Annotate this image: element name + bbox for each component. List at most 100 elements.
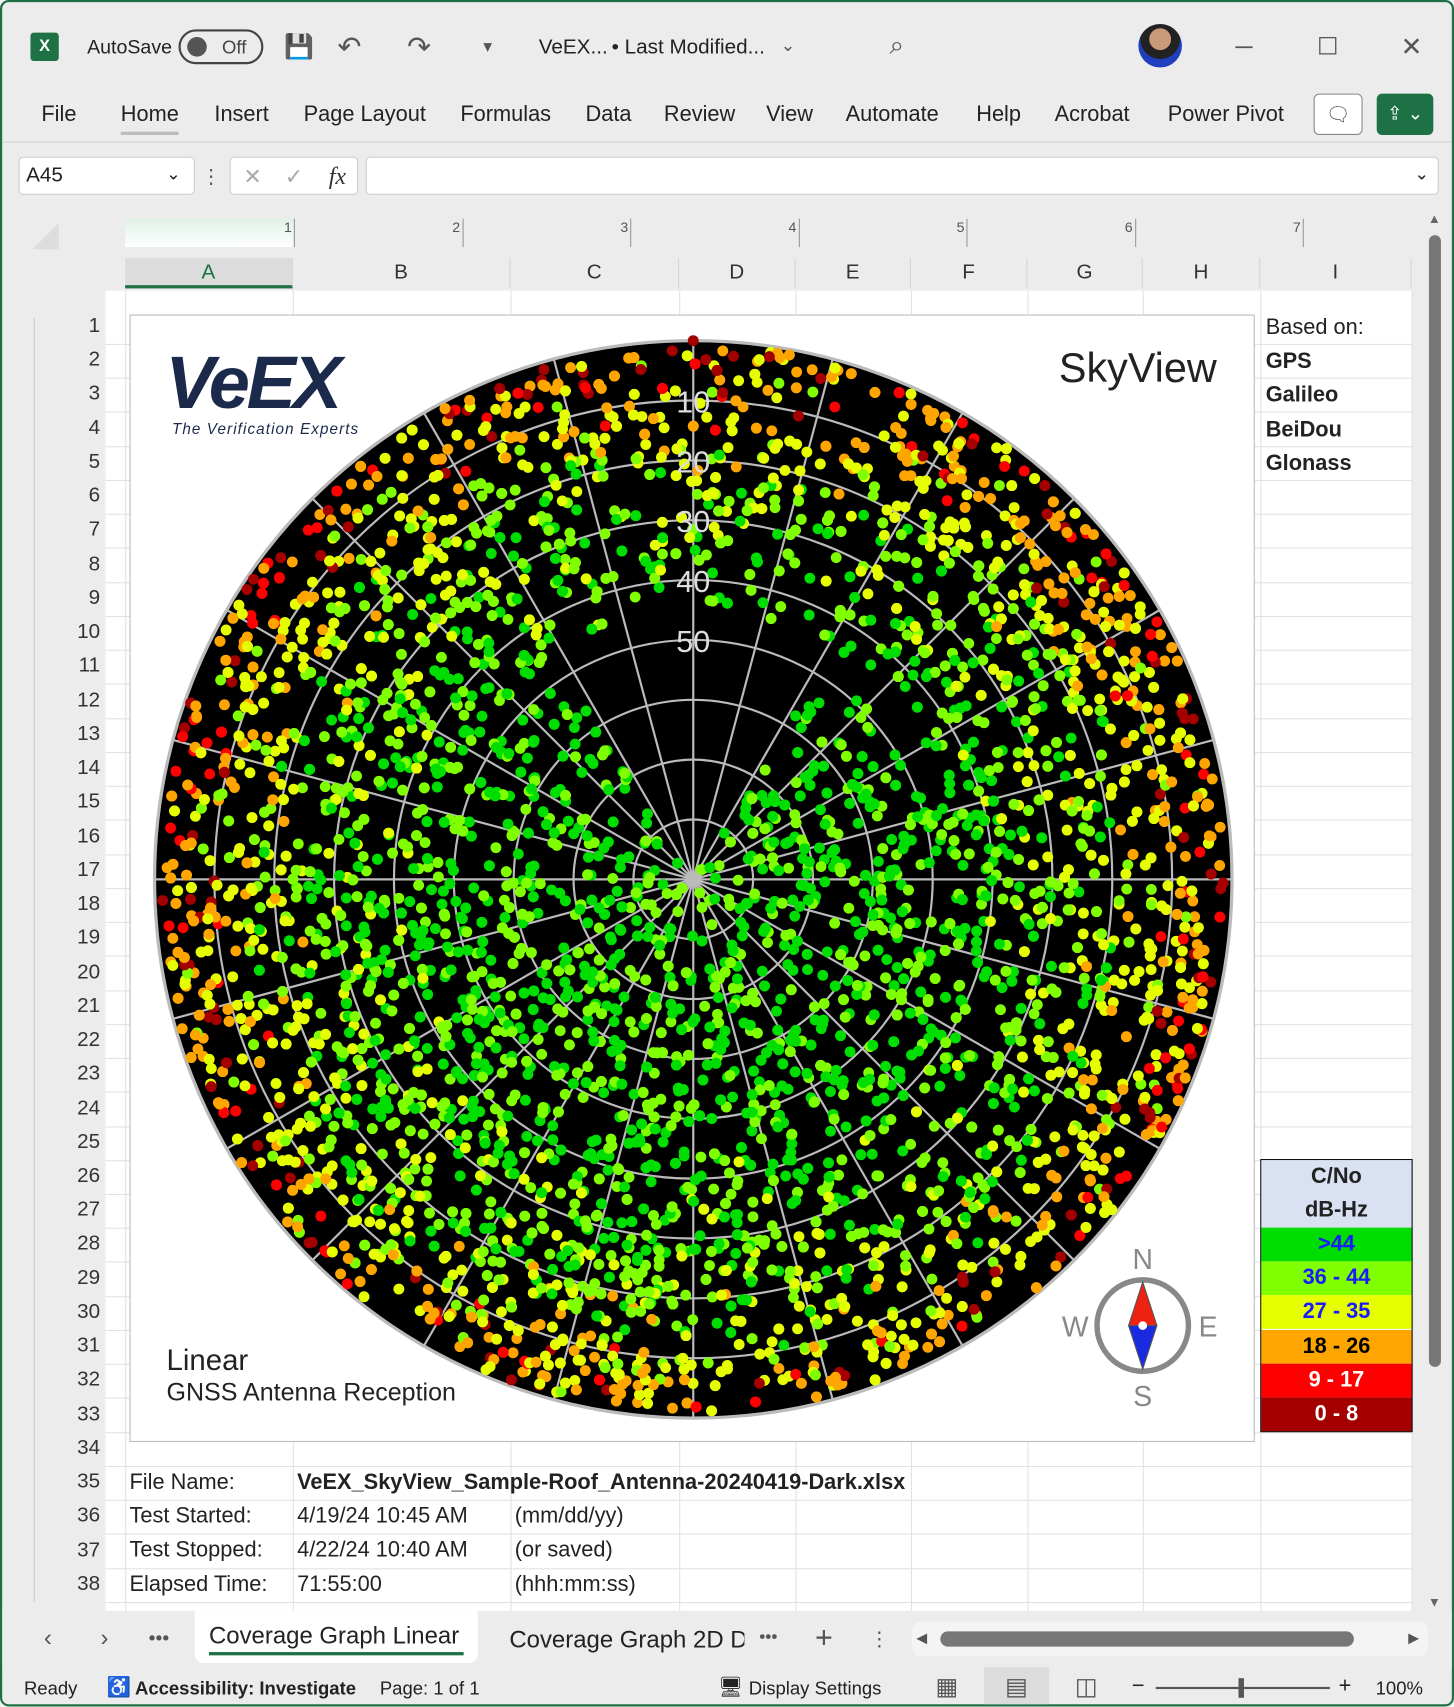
row-header-17[interactable]: 17 <box>57 858 100 882</box>
signal-dot <box>466 690 478 702</box>
tab-home[interactable]: Home <box>120 102 179 135</box>
row-header-3[interactable]: 3 <box>57 383 101 407</box>
insert-function-icon[interactable]: fx <box>322 161 352 191</box>
chevron-down-icon[interactable]: ⌄ <box>775 33 801 59</box>
signal-dot <box>689 544 701 556</box>
row-header-12[interactable]: 12 <box>57 688 100 712</box>
row-header-36[interactable]: 36 <box>57 1504 100 1528</box>
row-header-30[interactable]: 30 <box>57 1300 100 1324</box>
minimize-icon[interactable]: ─ <box>1228 30 1261 63</box>
tab-help[interactable]: Help <box>976 102 1021 127</box>
cancel-icon[interactable]: ✕ <box>239 162 265 190</box>
column-header-g[interactable]: G <box>1027 257 1143 289</box>
row-header-19[interactable]: 19 <box>57 927 100 951</box>
autosave-toggle[interactable]: Off <box>178 29 264 65</box>
chevron-down-icon[interactable]: ⌄ <box>166 163 181 185</box>
row-header-24[interactable]: 24 <box>57 1096 100 1120</box>
chevron-down-icon[interactable]: ⌄ <box>1414 163 1429 185</box>
row-header-6[interactable]: 6 <box>57 485 101 509</box>
column-header-h[interactable]: H <box>1143 257 1261 289</box>
row-header-16[interactable]: 16 <box>57 825 100 849</box>
signal-dot <box>490 842 502 854</box>
row-header-31[interactable]: 31 <box>57 1334 100 1358</box>
column-header-i[interactable]: I <box>1260 257 1412 289</box>
row-header-11[interactable]: 11 <box>57 655 100 679</box>
column-header-f[interactable]: F <box>911 257 1028 289</box>
row-header-1[interactable]: 1 <box>57 315 101 339</box>
row-header-5[interactable]: 5 <box>57 451 101 475</box>
row-header-33[interactable]: 33 <box>57 1402 100 1426</box>
formula-input[interactable]: ⌄ <box>365 156 1439 195</box>
row-header-21[interactable]: 21 <box>57 995 100 1019</box>
tab-view[interactable]: View <box>766 102 813 127</box>
row-header-23[interactable]: 23 <box>57 1062 100 1086</box>
row-header-4[interactable]: 4 <box>57 417 101 441</box>
tab-data[interactable]: Data <box>586 102 632 127</box>
signal-dot <box>931 608 943 620</box>
select-all-corner[interactable] <box>32 223 59 250</box>
maximize-icon[interactable]: ☐ <box>1311 30 1344 63</box>
row-header-27[interactable]: 27 <box>57 1198 100 1222</box>
signal-dot <box>932 619 943 631</box>
row-header-32[interactable]: 32 <box>57 1368 100 1392</box>
row-header-18[interactable]: 18 <box>57 893 100 917</box>
redo-icon[interactable]: ↷ <box>403 30 436 63</box>
row-header-38[interactable]: 38 <box>57 1572 100 1596</box>
column-header-e[interactable]: E <box>796 257 911 289</box>
row-header-9[interactable]: 9 <box>57 587 101 611</box>
row-header-14[interactable]: 14 <box>57 757 100 781</box>
signal-dot <box>353 963 364 975</box>
share-button[interactable]: ⇪ ⌄ <box>1376 93 1434 135</box>
signal-dot <box>667 1402 678 1414</box>
row-header-37[interactable]: 37 <box>57 1538 100 1562</box>
signal-dot <box>977 602 989 614</box>
column-header-d[interactable]: D <box>679 257 796 289</box>
doc-title[interactable]: VeEX... <box>539 36 608 60</box>
row-header-8[interactable]: 8 <box>57 553 101 577</box>
row-header-15[interactable]: 15 <box>57 791 100 815</box>
save-icon[interactable]: 💾 <box>283 30 316 63</box>
column-header-a[interactable]: A <box>125 257 293 289</box>
tab-insert[interactable]: Insert <box>214 102 268 127</box>
row-header-25[interactable]: 25 <box>57 1130 100 1154</box>
name-box[interactable]: A45 ⌄ <box>18 156 195 195</box>
row-header-10[interactable]: 10 <box>57 621 100 645</box>
avatar[interactable] <box>1138 23 1182 68</box>
tab-automate[interactable]: Automate <box>846 102 939 127</box>
signal-dot <box>297 936 309 948</box>
row-header-20[interactable]: 20 <box>57 960 100 984</box>
tab-review[interactable]: Review <box>664 102 735 127</box>
more-icon[interactable]: ⋮ <box>201 161 221 191</box>
signal-dot <box>878 529 890 541</box>
row-header-13[interactable]: 13 <box>57 723 100 747</box>
row-header-35[interactable]: 35 <box>57 1470 100 1494</box>
signal-dot <box>815 804 826 816</box>
row-header-26[interactable]: 26 <box>57 1165 100 1189</box>
comments-button[interactable]: 🗨 <box>1313 93 1363 135</box>
close-icon[interactable]: ✕ <box>1395 30 1428 63</box>
search-icon[interactable]: ⌕ <box>879 28 914 63</box>
row-header-28[interactable]: 28 <box>57 1232 100 1256</box>
signal-dot <box>749 1116 761 1128</box>
enter-icon[interactable]: ✓ <box>281 162 307 190</box>
undo-icon[interactable]: ↶ <box>333 30 366 63</box>
row-header-29[interactable]: 29 <box>57 1266 100 1290</box>
column-header-b[interactable]: B <box>293 257 511 289</box>
row-header-22[interactable]: 22 <box>57 1028 100 1052</box>
tab-power-pivot[interactable]: Power Pivot <box>1168 102 1284 127</box>
customize-icon[interactable]: ▾ <box>477 33 499 61</box>
tab-formulas[interactable]: Formulas <box>460 102 551 127</box>
skyview-chart[interactable]: 10 20 30 40 50 N S E W VeEX The Verification Exp… <box>129 314 1255 1443</box>
row-header-2[interactable]: 2 <box>57 349 101 373</box>
row-header-34[interactable]: 34 <box>57 1436 100 1460</box>
signal-dot <box>365 890 377 902</box>
row-header-7[interactable]: 7 <box>57 519 101 543</box>
signal-dot <box>948 522 960 534</box>
column-header-c[interactable]: C <box>510 257 680 289</box>
signal-dot <box>447 1217 459 1229</box>
tab-file[interactable]: File <box>41 102 76 127</box>
signal-dot <box>322 504 334 516</box>
tab-page-layout[interactable]: Page Layout <box>304 102 426 127</box>
tab-acrobat[interactable]: Acrobat <box>1055 102 1130 127</box>
last-modified[interactable]: • Last Modified... <box>612 36 765 60</box>
